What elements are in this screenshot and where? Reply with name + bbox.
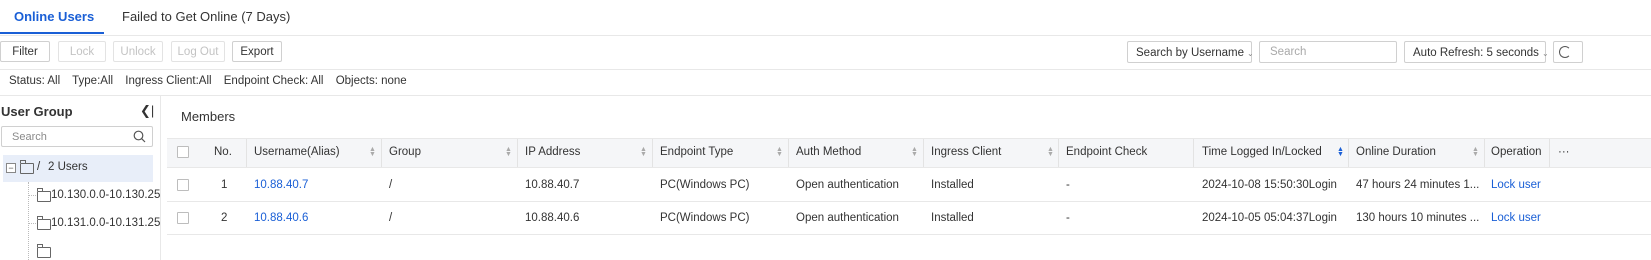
- search-input[interactable]: [1259, 41, 1397, 63]
- active-tab-indicator: [0, 32, 104, 34]
- chevron-down-icon: ⌄: [1247, 49, 1254, 58]
- sort-icon[interactable]: ▲ ▼: [776, 146, 783, 158]
- row-divider: [167, 201, 1651, 202]
- cell-no: 2: [221, 212, 228, 224]
- tree-guide-line: [28, 182, 30, 260]
- lock-button[interactable]: Lock: [58, 41, 106, 62]
- column-header-auth-method[interactable]: Auth Method: [796, 146, 861, 158]
- select-all-checkbox[interactable]: [177, 146, 189, 158]
- tab-online-users[interactable]: Online Users: [14, 9, 94, 24]
- filter-endpoint: Endpoint Check: All: [223, 75, 324, 87]
- tree-guide-line: [29, 195, 36, 196]
- sort-icon[interactable]: ▲ ▼: [505, 146, 512, 158]
- cell-ingress-client: Installed: [931, 179, 974, 191]
- column-header-operation: Operation: [1491, 146, 1542, 158]
- members-title: Members: [181, 109, 236, 124]
- more-columns-icon[interactable]: ···: [1558, 146, 1570, 158]
- tree-item-label[interactable]: 10.130.0.0-10.130.25: [51, 189, 160, 201]
- sort-icon[interactable]: ▲ ▼: [640, 146, 647, 158]
- column-header-time-logged[interactable]: Time Logged In/Locked: [1202, 146, 1322, 158]
- cell-endpoint-check: -: [1066, 179, 1070, 191]
- column-header-online-duration[interactable]: Online Duration: [1356, 146, 1436, 158]
- filter-summary: Status: All Type:All Ingress Client:All …: [9, 75, 416, 87]
- filter-type: Type:All: [72, 75, 114, 87]
- tree-guide-line: [29, 223, 36, 224]
- filter-ingress: Ingress Client:All: [125, 75, 212, 87]
- column-header-ip[interactable]: IP Address: [525, 146, 580, 158]
- lock-user-link[interactable]: Lock user: [1491, 179, 1541, 191]
- row-divider: [167, 234, 1651, 235]
- collapse-node-icon[interactable]: −: [6, 163, 16, 173]
- tab-failed-to-get-online[interactable]: Failed to Get Online (7 Days): [122, 9, 290, 24]
- cell-username-link[interactable]: 10.88.40.6: [254, 212, 308, 224]
- tab-bar: Online Users Failed to Get Online (7 Day…: [0, 0, 1651, 36]
- collapse-sidebar-icon[interactable]: ❮|: [140, 103, 154, 119]
- cell-time-logged: 2024-10-08 15:50:30Login: [1202, 179, 1337, 191]
- export-button[interactable]: Export: [232, 41, 282, 62]
- folder-icon: [37, 244, 51, 258]
- column-header-endpoint-type[interactable]: Endpoint Type: [660, 146, 733, 158]
- lock-user-link[interactable]: Lock user: [1491, 212, 1541, 224]
- search-by-label: Search by Username: [1136, 47, 1245, 59]
- chevron-down-icon: ⌄: [1541, 49, 1549, 58]
- cell-ip: 10.88.40.7: [525, 179, 580, 191]
- auto-refresh-label: Auto Refresh: 5 seconds: [1413, 47, 1539, 59]
- folder-icon: [37, 216, 51, 230]
- sort-icon[interactable]: ▲ ▼: [911, 146, 918, 158]
- sidebar-divider: [160, 96, 161, 260]
- cell-endpoint-type: PC(Windows PC): [660, 179, 750, 191]
- auto-refresh-select[interactable]: Auto Refresh: 5 seconds ⌄: [1404, 41, 1549, 63]
- filter-button[interactable]: Filter: [0, 41, 50, 62]
- refresh-icon: [1559, 46, 1571, 58]
- search-by-select[interactable]: Search by Username ⌄: [1127, 41, 1254, 63]
- row-checkbox[interactable]: [177, 212, 189, 224]
- divider: [0, 69, 1651, 70]
- sort-icon[interactable]: ▲ ▼: [1047, 146, 1054, 158]
- row-checkbox[interactable]: [177, 179, 189, 191]
- cell-endpoint-type: PC(Windows PC): [660, 212, 750, 224]
- cell-group: /: [389, 179, 393, 191]
- cell-auth-method: Open authentication: [796, 179, 899, 191]
- tree-root-slash: /: [37, 161, 41, 173]
- search-icon[interactable]: [133, 130, 146, 143]
- logout-button[interactable]: Log Out: [171, 41, 225, 62]
- tree-root-label: 2 Users: [48, 161, 88, 173]
- column-header-group[interactable]: Group: [389, 146, 421, 158]
- cell-time-logged: 2024-10-05 05:04:37Login: [1202, 212, 1337, 224]
- tree-item-label[interactable]: 10.131.0.0-10.131.25: [51, 217, 160, 229]
- cell-no: 1: [221, 179, 228, 191]
- sort-icon[interactable]: ▲ ▼: [1472, 146, 1479, 158]
- cell-online-duration: 130 hours 10 minutes ...: [1356, 212, 1480, 224]
- cell-group: /: [389, 212, 393, 224]
- column-header-endpoint-check: Endpoint Check: [1066, 146, 1148, 158]
- column-header-no: No.: [214, 146, 232, 158]
- column-header-ingress-client[interactable]: Ingress Client: [931, 146, 1001, 158]
- folder-icon: [37, 188, 51, 202]
- cell-endpoint-check: -: [1066, 212, 1070, 224]
- folder-icon: [20, 160, 34, 174]
- cell-auth-method: Open authentication: [796, 212, 899, 224]
- cell-username-link[interactable]: 10.88.40.7: [254, 179, 308, 191]
- unlock-button[interactable]: Unlock: [113, 41, 163, 62]
- cell-online-duration: 47 hours 24 minutes 1...: [1356, 179, 1480, 191]
- user-group-search-input[interactable]: [1, 126, 153, 147]
- filter-status: Status: All: [9, 75, 61, 87]
- sort-icon[interactable]: ▲ ▼: [1337, 146, 1344, 158]
- filter-objects: Objects: none: [335, 75, 407, 87]
- cell-ingress-client: Installed: [931, 212, 974, 224]
- sort-icon[interactable]: ▲ ▼: [369, 146, 376, 158]
- cell-ip: 10.88.40.6: [525, 212, 580, 224]
- column-header-username[interactable]: Username(Alias): [254, 146, 340, 158]
- divider: [0, 95, 1651, 96]
- sidebar-title: User Group: [1, 104, 73, 119]
- refresh-icon-button[interactable]: [1553, 41, 1583, 63]
